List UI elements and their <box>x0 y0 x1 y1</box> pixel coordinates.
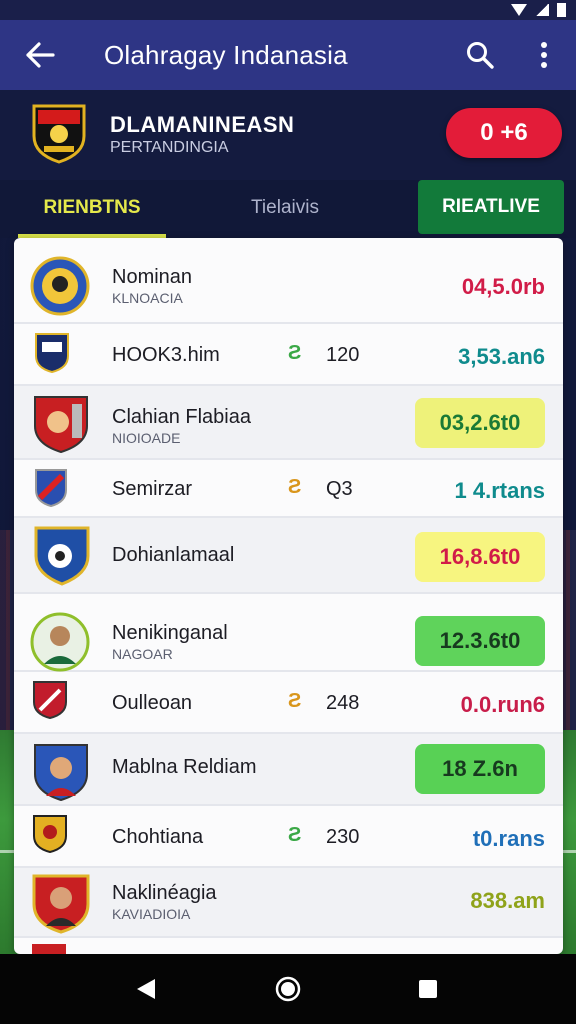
list-item[interactable]: Mablna Reldiam 18 Z.6n <box>14 734 563 806</box>
status-bar <box>0 0 576 20</box>
club-name: Mablna Reldiam <box>112 756 257 778</box>
list-item[interactable]: Clahian Flabiaa NIOIOADE 03,2.6t0 <box>14 386 563 460</box>
nav-back-icon <box>137 979 155 999</box>
stat-icon: Ƨ <box>288 342 302 364</box>
club-value: 1 4.rtans <box>454 478 546 503</box>
club-subtitle: KAVIADIOIA <box>112 906 191 922</box>
app-title: Olahragay Indanasia <box>104 39 348 70</box>
club-name: Clahian Flabiaa <box>112 406 251 428</box>
signal-icon <box>535 4 549 16</box>
player-avatar-icon <box>32 874 90 934</box>
search-button[interactable] <box>448 20 512 90</box>
club-name: Chohtiana <box>112 826 204 848</box>
club-name: Nenikinganal <box>112 622 228 644</box>
club-value: 04,5.0rb <box>461 274 545 299</box>
player-avatar-icon <box>34 744 88 802</box>
club-name: Dohianlamaal <box>112 544 235 566</box>
club-value: 0.0.run6 <box>460 692 545 717</box>
club-subtitle: KLNOACIA <box>112 290 183 306</box>
list-item[interactable] <box>14 938 563 954</box>
arrow-left-icon <box>26 42 55 68</box>
team-crest-icon <box>32 104 86 164</box>
player-avatar-icon <box>30 612 90 672</box>
system-nav-bar <box>0 954 576 1024</box>
club-logo-icon <box>33 681 67 720</box>
wifi-icon <box>511 4 527 16</box>
app-bar: Olahragay Indanasia <box>0 20 576 90</box>
nav-back-button[interactable] <box>116 954 176 1024</box>
tab-bar: RIENBTNS Tielaivis RIEATLIVE <box>0 180 576 238</box>
tab-tielaivis[interactable]: Tielaivis <box>210 180 360 236</box>
club-logo-icon <box>34 526 90 586</box>
search-icon <box>467 42 494 69</box>
club-subtitle: NAGOAR <box>112 646 173 662</box>
list-item[interactable]: Chohtiana Ƨ 230 t0.rans <box>14 806 563 868</box>
nav-home-icon <box>275 976 301 1002</box>
club-logo-icon <box>34 396 88 454</box>
club-value: 838.am <box>470 888 545 913</box>
club-number: Q3 <box>326 478 353 500</box>
list-item[interactable]: Dohianlamaal 16,8.6t0 <box>14 518 563 594</box>
club-name: Nominan <box>112 266 193 288</box>
club-value-badge: 18 Z.6n <box>415 744 545 794</box>
nav-recents-button[interactable] <box>398 954 458 1024</box>
club-subtitle: NIOIOADE <box>112 430 181 446</box>
club-name: Naklinéagia <box>112 882 217 904</box>
club-value: t0.rans <box>472 826 545 851</box>
stat-icon: Ƨ <box>288 690 302 712</box>
more-vert-icon <box>541 42 547 68</box>
club-logo-icon <box>32 944 66 954</box>
club-logo-icon <box>35 333 69 374</box>
stat-icon: Ƨ <box>288 824 302 846</box>
club-name: Semirzar <box>112 478 193 500</box>
club-value-badge: 16,8.6t0 <box>415 532 545 582</box>
list-item[interactable]: Oulleoan Ƨ 248 0.0.run6 <box>14 672 563 734</box>
list-item[interactable]: HOOK3.him Ƨ 120 3,53.an6 <box>14 324 563 386</box>
back-button[interactable] <box>0 20 80 90</box>
nav-home-button[interactable] <box>258 954 318 1024</box>
club-number: 248 <box>326 692 360 714</box>
club-logo-icon <box>33 815 67 854</box>
club-value-badge: 03,2.6t0 <box>415 398 545 448</box>
more-options-button[interactable] <box>512 20 576 90</box>
club-name: Oulleoan <box>112 692 193 714</box>
tab-rienbtns[interactable]: RIENBTNS <box>18 180 166 238</box>
club-name: HOOK3.him <box>112 344 220 366</box>
club-number: 230 <box>326 826 360 848</box>
list-item[interactable]: Semirzar Ƨ Q3 1 4.rtans <box>14 460 563 518</box>
nav-recents-icon <box>419 980 437 998</box>
tab-rieatlive[interactable]: RIEATLIVE <box>418 180 564 234</box>
club-logo-icon <box>35 469 67 508</box>
club-number: 120 <box>326 344 360 366</box>
list-item[interactable]: Naklinéagia KAVIADIOIA 838.am <box>14 868 563 938</box>
list-item[interactable]: Nenikinganal NAGOAR 12.3.6t0 <box>14 594 563 672</box>
club-value-badge: 12.3.6t0 <box>415 616 545 666</box>
club-logo-icon <box>30 256 90 316</box>
stat-icon: Ƨ <box>288 476 302 498</box>
list-item[interactable]: Nominan KLNOACIA 04,5.0rb <box>14 238 563 324</box>
team-subtitle: PERTANDINGIA <box>110 139 229 156</box>
score-badge[interactable]: 0 +6 <box>446 108 562 158</box>
results-list: Nominan KLNOACIA 04,5.0rb HOOK3.him Ƨ 12… <box>14 238 563 954</box>
battery-icon <box>557 3 566 17</box>
club-value: 3,53.an6 <box>458 344 545 369</box>
team-name: DLAMANINEASN <box>110 112 295 137</box>
